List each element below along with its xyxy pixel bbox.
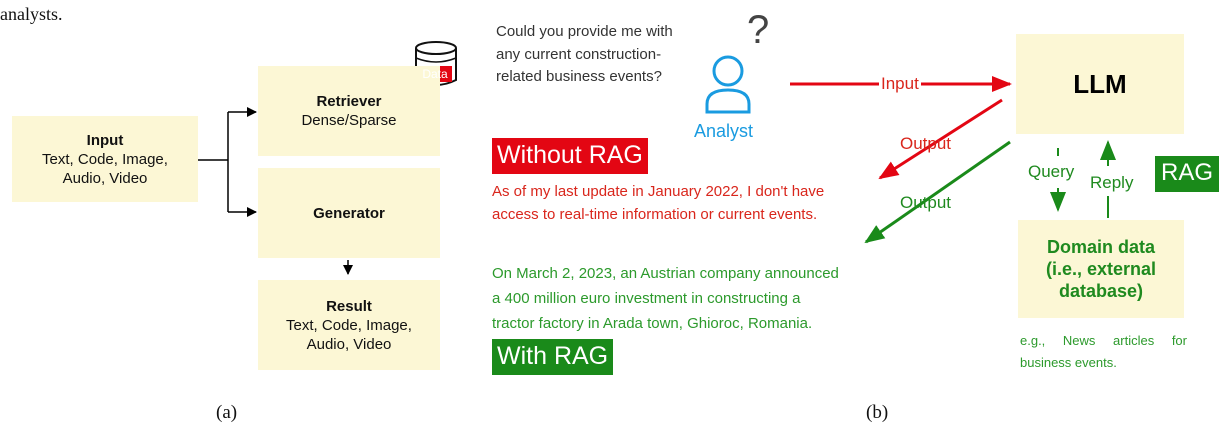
result-box: Result Text, Code, Image, Audio, Video xyxy=(258,280,440,370)
output-label-red: Output xyxy=(900,134,952,153)
caption-fragment: analysts. xyxy=(0,4,63,24)
output-label-green: Output xyxy=(900,193,952,212)
panel-a-label: (a) xyxy=(216,402,238,423)
analyst-question: Could you provide me with any current co… xyxy=(496,21,673,89)
with-rag-line3: tractor factory in Arada town, Ghioroc, … xyxy=(492,315,813,332)
example-note-line2: business events. xyxy=(1020,355,1117,370)
retriever-subtitle: Dense/Sparse xyxy=(301,112,397,129)
question-line2: any current construction- xyxy=(496,45,662,63)
with-rag-line1: On March 2, 2023, an Austrian company an… xyxy=(492,265,839,282)
input-box: Input Text, Code, Image, Audio, Video xyxy=(12,116,198,202)
example-note-line1: e.g., News articles for xyxy=(1020,330,1220,352)
llm-box: LLM xyxy=(1016,34,1184,134)
question-line1: Could you provide me with xyxy=(496,23,673,40)
output-arrow-green xyxy=(864,140,1011,244)
input-line2: Audio, Video xyxy=(62,169,148,187)
retriever-box: Retriever Dense/Sparse xyxy=(258,66,440,156)
generator-title: Generator xyxy=(313,204,385,222)
example-note-text: e.g., News articles for xyxy=(1020,333,1187,348)
question-mark-icon: ? xyxy=(747,8,770,52)
without-rag-response: As of my last update in January 2022, I … xyxy=(492,180,824,226)
domain-data-line1: Domain data xyxy=(1046,237,1156,257)
domain-data-line2: (i.e., external xyxy=(1045,259,1157,279)
example-note: e.g., News articles for business events. xyxy=(1020,330,1220,374)
generator-box: Generator xyxy=(258,168,440,258)
domain-data-box: Domain data (i.e., external database) xyxy=(1018,220,1184,318)
with-rag-response: On March 2, 2023, an Austrian company an… xyxy=(492,261,839,336)
with-rag-line2: a 400 million euro investment in constru… xyxy=(492,290,801,307)
input-title: Input xyxy=(86,131,124,149)
question-line3: related business events? xyxy=(496,68,662,85)
reply-label: Reply xyxy=(1090,173,1134,192)
rag-badge: RAG xyxy=(1155,156,1220,192)
with-rag-banner: With RAG xyxy=(492,339,614,375)
analyst-label: Analyst xyxy=(694,121,754,141)
retriever-title: Retriever xyxy=(316,93,382,110)
input-line1: Text, Code, Image, xyxy=(42,150,168,168)
query-label: Query xyxy=(1028,162,1075,181)
data-icon-label: Data xyxy=(422,67,448,81)
input-arrow-label: Input xyxy=(879,74,921,94)
analyst-person-icon xyxy=(705,55,751,114)
result-title: Result xyxy=(326,297,372,315)
without-rag-line2: access to real-time information or curre… xyxy=(492,206,818,223)
without-rag-line1: As of my last update in January 2022, I … xyxy=(492,183,825,200)
without-rag-banner: Without RAG xyxy=(492,138,648,174)
panel-b-label: (b) xyxy=(866,402,889,423)
llm-label: LLM xyxy=(1073,68,1127,99)
domain-data-line3: database) xyxy=(1058,281,1144,301)
result-line1: Text, Code, Image, xyxy=(286,316,412,334)
result-line2: Audio, Video xyxy=(306,335,392,353)
